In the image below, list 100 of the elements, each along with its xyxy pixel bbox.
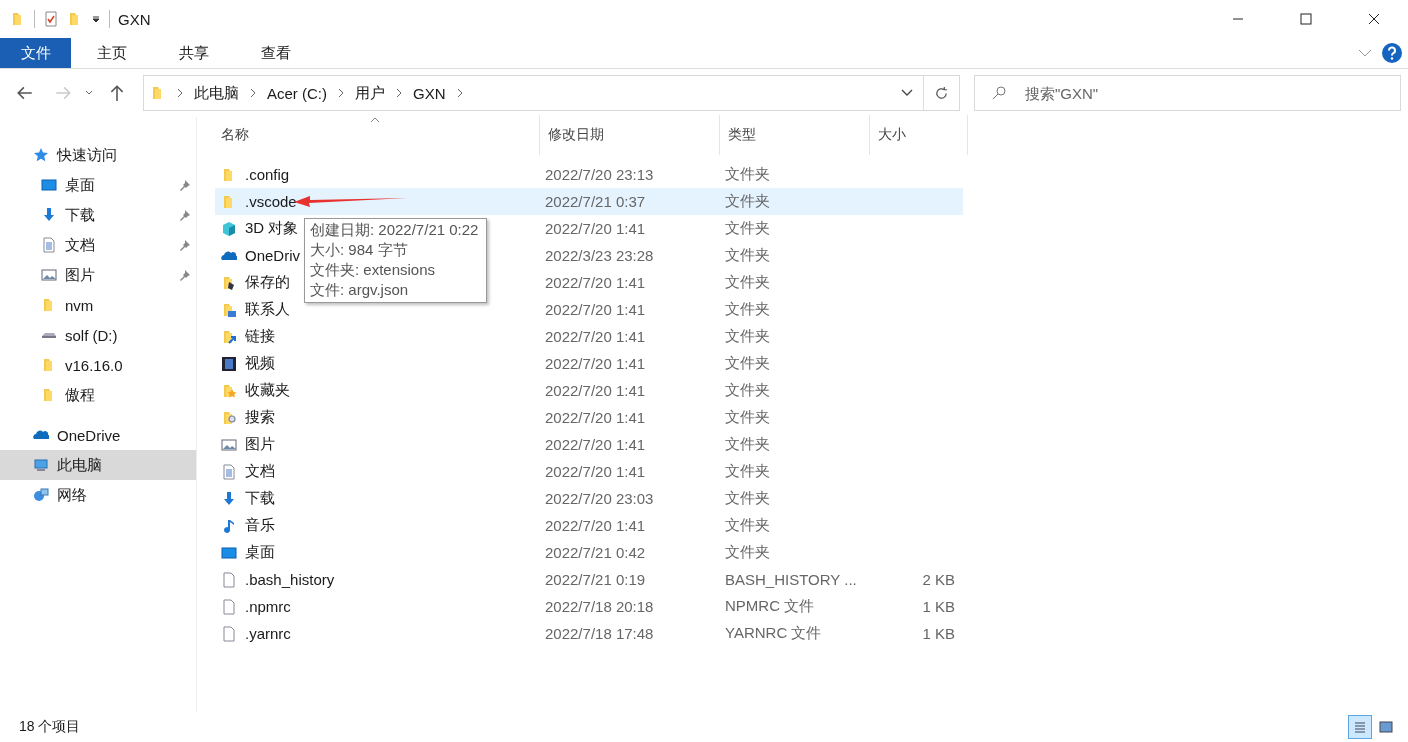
file-name[interactable]: .bash_history: [245, 571, 335, 588]
sidebar-item[interactable]: v16.16.0: [0, 350, 196, 380]
file-type: 文件夹: [725, 165, 771, 184]
file-menu-tab[interactable]: 文件: [0, 38, 71, 68]
file-name[interactable]: 收藏夹: [245, 381, 290, 400]
selected-file-row[interactable]: .vscode 2022/7/21 0:37 文件夹: [215, 188, 963, 215]
column-header[interactable]: 修改日期: [540, 115, 720, 155]
file-name[interactable]: .npmrc: [245, 598, 291, 615]
pin-icon[interactable]: [179, 179, 191, 191]
document-icon: [41, 237, 57, 253]
modified-date: 2022/7/20 1:41: [545, 220, 647, 237]
modified-date: 2022/7/20 1:41: [545, 436, 647, 453]
file-type: 文件夹: [725, 489, 771, 508]
sidebar-item[interactable]: 此电脑: [0, 450, 196, 480]
computer-icon: [33, 457, 49, 473]
ribbon-tab[interactable]: 主页: [71, 38, 153, 68]
sidebar-item[interactable]: OneDrive: [0, 420, 196, 450]
properties-icon[interactable]: [43, 11, 59, 27]
file-name[interactable]: 音乐: [245, 516, 275, 535]
sidebar-item[interactable]: nvm: [0, 290, 196, 320]
sidebar-item[interactable]: 下载: [0, 200, 196, 230]
ribbon-tab[interactable]: 共享: [153, 38, 235, 68]
sidebar-item[interactable]: 网络: [0, 480, 196, 510]
modified-date: 2022/7/20 1:41: [545, 463, 647, 480]
column-header[interactable]: 大小: [870, 115, 968, 155]
cube-icon: [221, 220, 237, 237]
file-type: 文件夹: [725, 543, 771, 562]
star-folder-icon: [221, 382, 237, 399]
file-type: 文件夹: [725, 381, 771, 400]
file-name[interactable]: 搜索: [245, 408, 275, 427]
expand-ribbon-icon[interactable]: [1358, 49, 1372, 57]
file-icon: [221, 598, 237, 615]
chevron-icon[interactable]: [249, 88, 257, 98]
window-title: GXN: [118, 10, 151, 28]
large-icons-view-icon: [1379, 720, 1393, 734]
close-icon: [1368, 13, 1380, 25]
address-bar[interactable]: 此电脑 Acer (C:) 用户 GXN: [143, 75, 960, 111]
tooltip-line: 文件: argv.json: [310, 280, 410, 300]
search-box[interactable]: 搜索"GXN": [974, 75, 1401, 111]
history-dropdown-icon[interactable]: [901, 89, 913, 97]
file-name[interactable]: .yarnrc: [245, 625, 291, 642]
star-icon: [33, 147, 49, 163]
file-name[interactable]: 文档: [245, 462, 275, 481]
download-arrow-icon: [41, 207, 57, 223]
file-name[interactable]: .vscode: [245, 193, 297, 210]
file-name[interactable]: 3D 对象: [245, 219, 299, 238]
pin-icon[interactable]: [179, 239, 191, 251]
file-type: 文件夹: [725, 516, 771, 535]
details-view-button[interactable]: [1348, 715, 1372, 739]
breadcrumb[interactable]: GXN: [413, 84, 446, 102]
file-type: 文件夹: [725, 408, 771, 427]
picture-icon: [221, 436, 237, 453]
back-arrow-icon[interactable]: [16, 84, 34, 102]
file-name[interactable]: 下载: [245, 489, 275, 508]
search-field[interactable]: 搜索"GXN": [1023, 83, 1400, 103]
file-name[interactable]: 视频: [245, 354, 275, 373]
maximize-icon: [1300, 13, 1312, 25]
contacts-folder-icon: [221, 301, 237, 318]
file-icon: [221, 625, 237, 642]
breadcrumb[interactable]: Acer (C:): [267, 84, 327, 102]
file-name[interactable]: 图片: [245, 435, 275, 454]
customize-dropdown-icon[interactable]: [91, 14, 101, 24]
pin-icon[interactable]: [179, 269, 191, 281]
sidebar-item[interactable]: 快速访问: [0, 140, 196, 170]
file-name[interactable]: .config: [245, 166, 290, 183]
modified-date: 2022/7/21 0:42: [545, 544, 647, 561]
breadcrumb[interactable]: 此电脑: [194, 83, 239, 103]
chevron-icon[interactable]: [337, 88, 345, 98]
column-header[interactable]: 名称: [218, 115, 540, 155]
sidebar-item[interactable]: 桌面: [0, 170, 196, 200]
file-name[interactable]: OneDriv: [245, 247, 300, 264]
file-name[interactable]: 链接: [245, 327, 275, 346]
file-name[interactable]: 保存的: [245, 273, 290, 292]
file-icon: [221, 571, 237, 588]
film-icon: [221, 355, 237, 372]
breadcrumb[interactable]: 用户: [355, 83, 385, 103]
sidebar-item[interactable]: 文档: [0, 230, 196, 260]
sidebar-item[interactable]: 图片: [0, 260, 196, 290]
file-type: YARNRC 文件: [725, 624, 823, 643]
chevron-icon[interactable]: [395, 88, 403, 98]
details-view-icon: [1353, 720, 1367, 734]
help-icon[interactable]: [1382, 43, 1402, 63]
file-size: 1 KB: [921, 625, 955, 642]
sidebar-item[interactable]: solf (D:): [0, 320, 196, 350]
chevron-icon[interactable]: [455, 88, 464, 98]
tooltip-line: 大小: 984 字节: [310, 240, 409, 260]
search-icon: [991, 85, 1007, 101]
sidebar-item[interactable]: 傲程: [0, 380, 196, 410]
modified-date: 2022/7/20 1:41: [545, 409, 647, 426]
chevron-icon[interactable]: [176, 88, 184, 98]
file-name[interactable]: 联系人: [245, 300, 290, 319]
up-arrow-icon[interactable]: [108, 84, 126, 102]
modified-date: 2022/7/20 23:13: [545, 166, 655, 183]
modified-date: 2022/7/20 1:41: [545, 382, 647, 399]
file-type: BASH_HISTORY ...: [725, 571, 858, 588]
ribbon-tab[interactable]: 查看: [235, 38, 317, 68]
pin-icon[interactable]: [179, 209, 191, 221]
column-header[interactable]: 类型: [720, 115, 870, 155]
picture-icon: [41, 267, 57, 283]
file-name[interactable]: 桌面: [245, 543, 275, 562]
